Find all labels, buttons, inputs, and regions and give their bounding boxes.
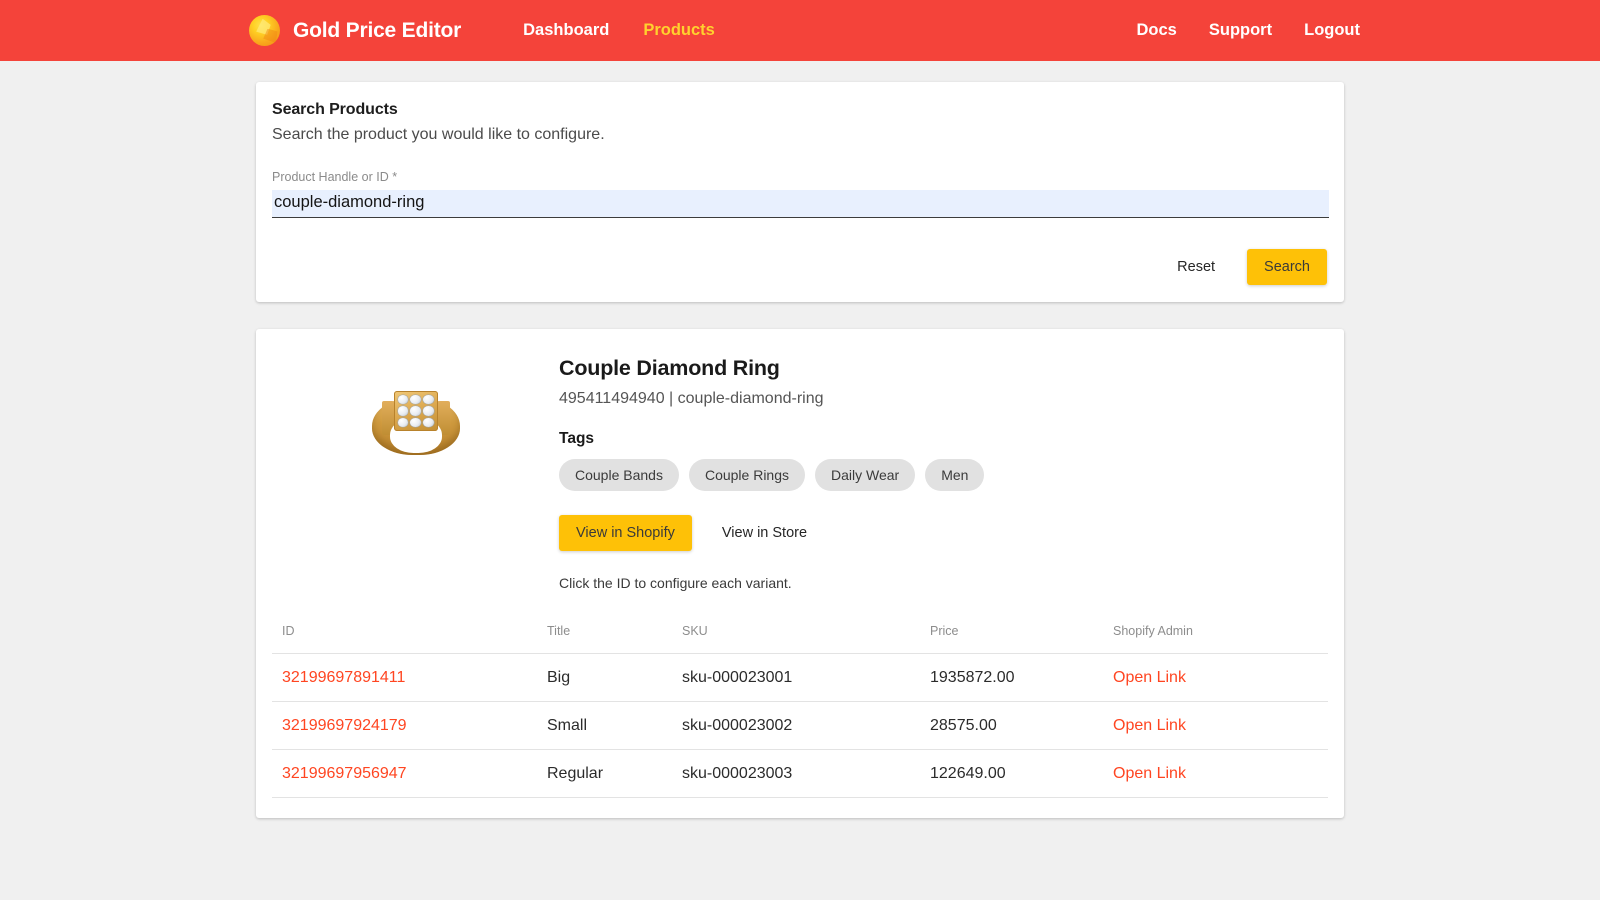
search-card-actions: Reset Search (272, 249, 1328, 285)
primary-nav: Dashboard Products (523, 21, 715, 40)
tag-chip: Men (925, 459, 985, 491)
table-row: 32199697956947 Regular sku-000023003 122… (272, 749, 1328, 798)
variants-table-body: 32199697891411 Big sku-000023001 1935872… (272, 653, 1328, 798)
search-button[interactable]: Search (1247, 249, 1327, 285)
variant-id-link[interactable]: 32199697891411 (282, 669, 405, 686)
variant-id-link[interactable]: 32199697956947 (282, 765, 407, 782)
variant-price: 122649.00 (930, 749, 1113, 798)
tag-chip: Daily Wear (815, 459, 916, 491)
gold-gem-icon (249, 15, 280, 46)
variant-title: Regular (547, 749, 682, 798)
product-details-card: Couple Diamond Ring 495411494940 | coupl… (256, 329, 1344, 818)
col-header-id: ID (272, 624, 547, 654)
variants-table-head: ID Title SKU Price Shopify Admin (272, 624, 1328, 654)
tag-chip: Couple Bands (559, 459, 679, 491)
top-navbar: Gold Price Editor Dashboard Products Doc… (0, 0, 1600, 61)
search-products-card: Search Products Search the product you w… (256, 82, 1344, 302)
tags-list: Couple Bands Couple Rings Daily Wear Men (559, 459, 1328, 491)
variant-id-link[interactable]: 32199697924179 (282, 717, 407, 734)
secondary-nav: Docs Support Logout (1137, 21, 1361, 40)
col-header-admin: Shopify Admin (1113, 624, 1328, 654)
product-handle-field-group: Product Handle or ID * (272, 170, 1329, 218)
col-header-title: Title (547, 624, 682, 654)
nav-link-logout[interactable]: Logout (1304, 21, 1360, 40)
product-handle-label: Product Handle or ID * (272, 170, 398, 184)
product-meta: 495411494940 | couple-diamond-ring (559, 390, 824, 407)
product-thumbnail (272, 356, 559, 455)
product-actions: View in Shopify View in Store (559, 515, 1328, 551)
tags-heading: Tags (559, 430, 595, 447)
table-row: 32199697924179 Small sku-000023002 28575… (272, 701, 1328, 750)
page-body: Search Products Search the product you w… (0, 61, 1600, 818)
shopify-admin-link[interactable]: Open Link (1113, 765, 1186, 782)
nav-link-docs[interactable]: Docs (1137, 21, 1177, 40)
gold-diamond-ring-icon (368, 389, 464, 455)
variant-sku: sku-000023003 (682, 749, 930, 798)
view-in-shopify-button[interactable]: View in Shopify (559, 515, 692, 551)
variant-hint: Click the ID to configure each variant. (559, 575, 792, 591)
product-handle-input[interactable] (272, 190, 1329, 218)
product-summary: Couple Diamond Ring 495411494940 | coupl… (272, 356, 1328, 591)
search-card-title: Search Products (272, 101, 398, 118)
variant-price: 1935872.00 (930, 653, 1113, 702)
brand[interactable]: Gold Price Editor (249, 15, 461, 46)
reset-button[interactable]: Reset (1163, 250, 1229, 284)
product-title: Couple Diamond Ring (559, 356, 780, 380)
variants-table: ID Title SKU Price Shopify Admin 3219969… (272, 624, 1328, 798)
product-info: Couple Diamond Ring 495411494940 | coupl… (559, 356, 1328, 591)
table-row: 32199697891411 Big sku-000023001 1935872… (272, 653, 1328, 702)
variant-sku: sku-000023001 (682, 653, 930, 702)
variant-price: 28575.00 (930, 701, 1113, 750)
tag-chip: Couple Rings (688, 459, 806, 491)
variant-sku: sku-000023002 (682, 701, 930, 750)
col-header-sku: SKU (682, 624, 930, 654)
col-header-price: Price (930, 624, 1113, 654)
table-header-row: ID Title SKU Price Shopify Admin (272, 624, 1328, 654)
nav-link-dashboard[interactable]: Dashboard (523, 21, 609, 40)
variant-title: Big (547, 653, 682, 702)
nav-link-support[interactable]: Support (1209, 21, 1272, 40)
shopify-admin-link[interactable]: Open Link (1113, 717, 1186, 734)
view-in-store-button[interactable]: View in Store (708, 516, 821, 550)
nav-link-products[interactable]: Products (643, 21, 715, 40)
search-card-subtitle: Search the product you would like to con… (272, 126, 605, 143)
shopify-admin-link[interactable]: Open Link (1113, 669, 1186, 686)
brand-name: Gold Price Editor (293, 18, 462, 42)
variant-title: Small (547, 701, 682, 750)
